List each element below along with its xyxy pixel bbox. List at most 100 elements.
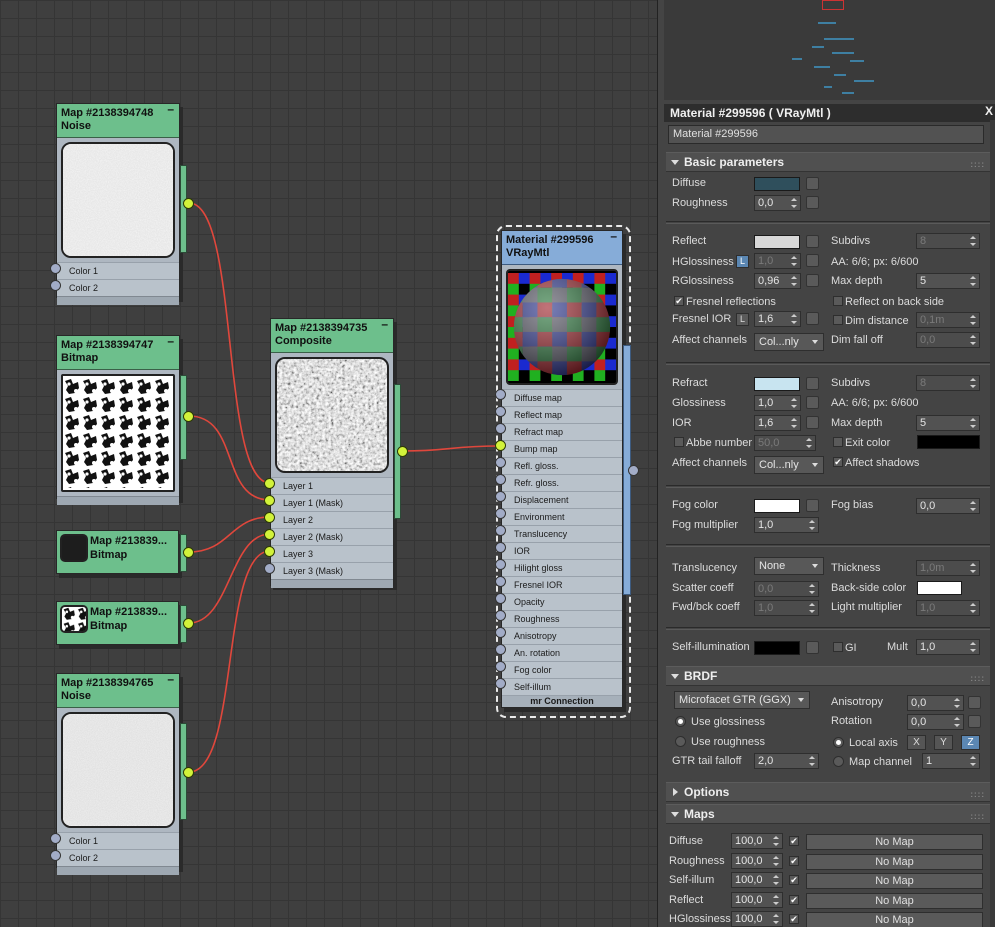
rglossiness-spinner[interactable]: 0,96	[754, 273, 801, 289]
rotation-map-button[interactable]	[968, 715, 981, 728]
output-socket[interactable]	[183, 411, 194, 422]
affect-shadows-checkbox[interactable]: ✔	[833, 457, 843, 467]
bitmap-node-1[interactable]: – Map #2138394747 Bitmap	[56, 335, 180, 505]
input-socket[interactable]	[495, 559, 506, 570]
glossiness-spinner[interactable]: 1,0	[754, 395, 801, 411]
map-slot-button[interactable]: No Map	[806, 853, 983, 870]
input-socket[interactable]	[50, 280, 61, 291]
local-axis-radio[interactable]	[833, 737, 844, 748]
input-socket[interactable]	[495, 457, 506, 468]
input-socket[interactable]	[264, 529, 275, 540]
slot-layer-2-mask[interactable]: Layer 2 (Mask)	[271, 528, 393, 545]
input-socket[interactable]	[264, 512, 275, 523]
node-header[interactable]: – Map #2138394735 Composite	[271, 318, 393, 353]
map-channel-radio[interactable]	[833, 756, 844, 767]
node-header[interactable]: – Map #2138394747 Bitmap	[57, 335, 179, 370]
slot-color-1[interactable]: Color 1	[57, 832, 179, 849]
self-illum-map-button[interactable]	[806, 641, 819, 654]
map-slot-button[interactable]: No Map	[806, 912, 983, 927]
fresnel-ior-lock-button[interactable]: L	[736, 313, 749, 326]
input-socket[interactable]	[264, 563, 275, 574]
vray-slot[interactable]: Fog color	[502, 661, 622, 678]
bitmap-node-3[interactable]: Map #213839... Bitmap	[56, 601, 179, 645]
minimize-icon[interactable]: –	[610, 230, 617, 243]
input-socket[interactable]	[495, 440, 506, 451]
map-enable-checkbox[interactable]: ✔	[789, 875, 799, 885]
output-socket[interactable]	[183, 198, 194, 209]
input-socket[interactable]	[495, 627, 506, 638]
input-socket[interactable]	[495, 678, 506, 689]
input-socket[interactable]	[264, 478, 275, 489]
vraymtl-node[interactable]: – Material #299596 VRayMtl Diffuse map Refl…	[501, 230, 623, 708]
input-socket[interactable]	[495, 661, 506, 672]
vray-slot[interactable]: Diffuse map	[502, 389, 622, 406]
rollout-options[interactable]: Options::::	[666, 782, 990, 802]
rollout-basic-parameters[interactable]: Basic parameters::::	[666, 152, 990, 172]
panel-scrollbar[interactable]	[990, 120, 995, 927]
abbe-spinner[interactable]: 50,0	[754, 435, 816, 451]
vray-slot[interactable]: Refract map	[502, 423, 622, 440]
hgloss-lock-button[interactable]: L	[736, 255, 749, 268]
slot-layer-1[interactable]: Layer 1	[271, 477, 393, 494]
fog-color-map-button[interactable]	[806, 499, 819, 512]
map-amount-spinner[interactable]: 100,0	[731, 911, 783, 927]
input-socket[interactable]	[264, 495, 275, 506]
map-enable-checkbox[interactable]: ✔	[789, 914, 799, 924]
diffuse-color-swatch[interactable]	[754, 177, 800, 191]
refract-map-button[interactable]	[806, 377, 819, 390]
noise-node-2[interactable]: – Map #2138394765 Noise Color 1 Color 2	[56, 673, 180, 875]
input-socket[interactable]	[495, 525, 506, 536]
input-socket[interactable]	[495, 474, 506, 485]
reflect-subdivs-spinner[interactable]: 8	[916, 233, 980, 249]
bitmap-node-2[interactable]: Map #213839... Bitmap	[56, 530, 179, 574]
slot-layer-2[interactable]: Layer 2	[271, 511, 393, 528]
output-socket[interactable]	[183, 547, 194, 558]
input-socket[interactable]	[50, 263, 61, 274]
use-roughness-radio[interactable]	[675, 736, 686, 747]
exit-color-checkbox[interactable]	[833, 437, 843, 447]
fog-multiplier-spinner[interactable]: 1,0	[754, 517, 819, 533]
reflect-color-swatch[interactable]	[754, 235, 800, 249]
ior-spinner[interactable]: 1,6	[754, 415, 801, 431]
light-multiplier-spinner[interactable]: 1,0	[916, 600, 980, 616]
input-socket[interactable]	[495, 508, 506, 519]
map-slot-button[interactable]: No Map	[806, 834, 983, 850]
input-socket[interactable]	[264, 546, 275, 557]
output-socket[interactable]	[183, 618, 194, 629]
abbe-checkbox[interactable]	[674, 437, 684, 447]
mr-connection[interactable]: mr Connection	[502, 695, 622, 707]
vray-slot[interactable]: Refl. gloss.	[502, 457, 622, 474]
gtr-tail-falloff-spinner[interactable]: 2,0	[754, 753, 819, 769]
roughness-map-button[interactable]	[806, 196, 819, 209]
brdf-type-dropdown[interactable]: Microfacet GTR (GGX)	[674, 691, 810, 709]
gi-checkbox[interactable]	[833, 642, 843, 652]
reflect-map-button[interactable]	[806, 235, 819, 248]
minimize-icon[interactable]: –	[167, 673, 174, 686]
refract-color-swatch[interactable]	[754, 377, 800, 391]
input-socket[interactable]	[495, 491, 506, 502]
rotation-spinner[interactable]: 0,0	[907, 714, 964, 730]
thickness-spinner[interactable]: 1,0m	[916, 560, 980, 576]
scatter-coeff-spinner[interactable]: 0,0	[754, 581, 819, 597]
node-header[interactable]: – Map #2138394765 Noise	[57, 673, 179, 708]
vray-slot[interactable]: Anisotropy	[502, 627, 622, 644]
output-socket[interactable]	[183, 767, 194, 778]
slot-color-2[interactable]: Color 2	[57, 849, 179, 866]
vray-slot[interactable]: An. rotation	[502, 644, 622, 661]
refract-affect-channels-dropdown[interactable]: Col...nly	[754, 456, 824, 474]
reflect-maxdepth-spinner[interactable]: 5	[916, 273, 980, 289]
roughness-spinner[interactable]: 0,0	[754, 195, 801, 211]
fresnel-ior-map-button[interactable]	[806, 312, 819, 325]
dim-fall-off-spinner[interactable]: 0,0	[916, 332, 980, 348]
slot-layer-3-mask[interactable]: Layer 3 (Mask)	[271, 562, 393, 579]
input-socket[interactable]	[495, 610, 506, 621]
self-illum-mult-spinner[interactable]: 1,0	[916, 639, 980, 655]
map-amount-spinner[interactable]: 100,0	[731, 891, 783, 908]
vray-slot[interactable]: Bump map	[502, 440, 622, 457]
vray-slot[interactable]: Roughness	[502, 610, 622, 627]
input-socket[interactable]	[495, 542, 506, 553]
back-side-color-swatch[interactable]	[917, 581, 962, 595]
rgloss-map-button[interactable]	[806, 274, 819, 287]
anisotropy-spinner[interactable]: 0,0	[907, 695, 964, 711]
node-header[interactable]: – Map #2138394748 Noise	[57, 103, 179, 138]
